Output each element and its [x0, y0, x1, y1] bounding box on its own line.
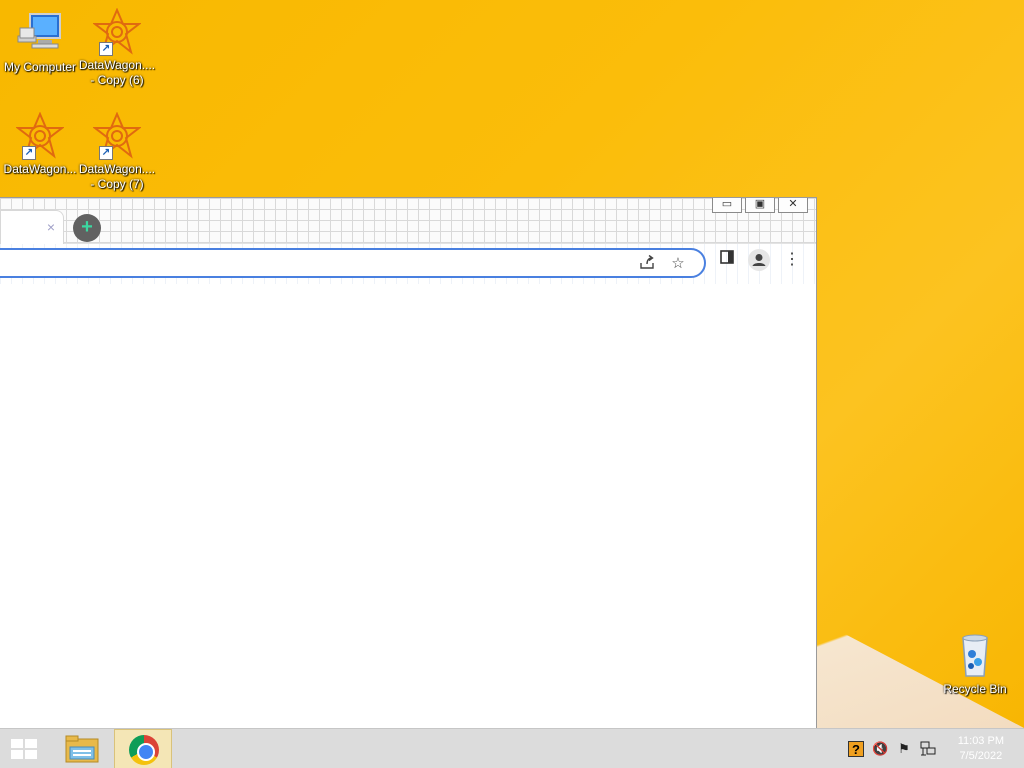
new-tab-button[interactable]: + [73, 214, 101, 242]
desktop-icon-label: DataWagon.... - Copy (7) [78, 162, 156, 191]
chrome-icon [129, 735, 159, 765]
desktop-icon-label: Recycle Bin [943, 682, 1007, 696]
system-clock[interactable]: 11:03 PM 7/5/2022 [958, 734, 1004, 764]
tab-close-icon[interactable]: × [47, 219, 55, 235]
browser-toolbar: ☆ ⋮ [0, 244, 816, 284]
restore-button[interactable]: ▣ [745, 198, 775, 213]
windows-logo-icon [11, 739, 37, 759]
taskbar: ? 🔇 ⚑ 11:03 PM 7/5/2022 [0, 728, 1024, 768]
datawagon-icon: ↗ [92, 7, 142, 56]
menu-icon[interactable]: ⋮ [781, 249, 803, 271]
window-controls: ▭ ▣ ✕ [712, 198, 808, 213]
browser-tab[interactable]: × [0, 210, 64, 244]
side-panel-icon[interactable] [716, 249, 738, 271]
minimize-button[interactable]: ▭ [712, 198, 742, 213]
desktop-icon-datawagon-copy-6[interactable]: ↗ DataWagon.... - Copy (6) [77, 7, 157, 88]
clock-time: 11:03 PM [957, 735, 1004, 747]
start-button[interactable] [0, 729, 48, 768]
shortcut-arrow-icon: ↗ [99, 146, 113, 160]
datawagon-icon: ↗ [92, 111, 142, 160]
recycle-bin-icon [951, 632, 999, 680]
network-icon[interactable] [920, 741, 936, 757]
browser-titlebar[interactable]: × + ▭ ▣ ✕ [0, 198, 816, 244]
volume-muted-icon[interactable]: 🔇 [872, 741, 888, 757]
browser-window[interactable]: × + ▭ ▣ ✕ ☆ ⋮ [0, 197, 817, 728]
page-content[interactable] [0, 285, 816, 728]
desktop-icon-label: DataWagon... [3, 162, 77, 176]
desktop-icon-label: My Computer [3, 60, 77, 74]
chrome-taskbar-button[interactable] [114, 729, 172, 768]
address-input[interactable] [6, 253, 626, 273]
clock-date: 7/5/2022 [959, 750, 1003, 762]
desktop-icon-datawagon-copy-7[interactable]: ↗ DataWagon.... - Copy (7) [77, 111, 157, 192]
shortcut-arrow-icon: ↗ [22, 146, 36, 160]
datawagon-icon: ↗ [15, 111, 65, 160]
desktop-icon-my-computer[interactable]: My Computer [0, 10, 80, 75]
bookmark-star-icon[interactable]: ☆ [668, 254, 688, 274]
computer-icon [16, 10, 64, 58]
system-tray: ? 🔇 ⚑ [848, 741, 936, 757]
share-icon[interactable] [637, 254, 657, 274]
desktop-icon-label: DataWagon.... - Copy (6) [78, 58, 156, 87]
folder-icon [65, 735, 99, 763]
address-bar[interactable]: ☆ [0, 248, 706, 278]
close-button[interactable]: ✕ [778, 198, 808, 213]
help-icon[interactable]: ? [848, 741, 864, 757]
profile-icon[interactable] [748, 249, 770, 271]
file-explorer-button[interactable] [60, 729, 104, 768]
desktop-icon-datawagon[interactable]: ↗ DataWagon... [0, 111, 80, 177]
action-center-flag-icon[interactable]: ⚑ [896, 741, 912, 757]
desktop-icon-recycle-bin[interactable]: Recycle Bin [935, 632, 1015, 697]
shortcut-arrow-icon: ↗ [99, 42, 113, 56]
